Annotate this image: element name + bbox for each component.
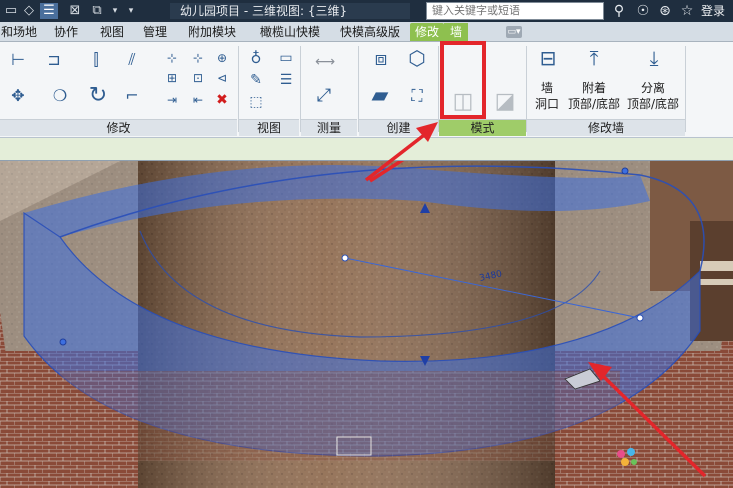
detach-top-base-button[interactable]: ⤓ 分离 顶部/底部: [624, 46, 682, 118]
view-panel-footer: 视图: [239, 119, 299, 136]
delete-icon[interactable]: ✖: [212, 90, 232, 110]
offset-icon[interactable]: ⊐: [44, 50, 64, 70]
wall-opening-icon: ⊟: [539, 46, 557, 70]
pin-icon[interactable]: ⊕: [212, 48, 232, 68]
split-element-icon[interactable]: ⊹: [162, 48, 182, 68]
tab-add-ins[interactable]: 附加模块: [181, 23, 243, 41]
detach-label-1: 分离: [640, 81, 665, 95]
trim-multiple-icon[interactable]: ⇤: [188, 90, 208, 110]
title-bar: ▭ ◇ ☰ ⊠ ⧉ ▾ ▾ 幼儿园项目 - 三维视图: {三维} ⚲ ☉ ⊛ ☆…: [0, 0, 733, 22]
measure-between-references-icon[interactable]: ⟷: [308, 52, 342, 72]
create-assembly-icon[interactable]: ⛶: [402, 86, 432, 112]
ribbon-tab-strip: 和场地 协作 视图 管理 附加模块 橄榄山快模 快模高级版 修改 墙 ▭▾: [0, 22, 733, 42]
communication-center-icon[interactable]: ⊛: [656, 2, 674, 20]
mirror-draw-axis-icon[interactable]: ⫽: [122, 50, 142, 70]
tab-view[interactable]: 视图: [94, 23, 130, 41]
tab-collaborate[interactable]: 协作: [46, 23, 86, 41]
tab-wall[interactable]: 墙: [444, 23, 468, 41]
mode-panel-footer: 模式: [439, 119, 526, 136]
scale-icon[interactable]: ⊡: [188, 68, 208, 88]
trim-extend-corner-icon[interactable]: ⌐: [122, 86, 142, 106]
hide-element-icon[interactable]: ♁: [246, 48, 266, 68]
trim-single-icon[interactable]: ⇥: [162, 90, 182, 110]
annotation-arrow-icon: [364, 122, 438, 182]
move-icon[interactable]: ✥: [8, 86, 28, 106]
copy-icon[interactable]: ❍: [50, 86, 70, 106]
array-icon[interactable]: ⊞: [162, 68, 182, 88]
detach-label-2: 顶部/底部: [626, 97, 680, 111]
reset-profile-icon: ◪: [494, 89, 516, 114]
3d-model-view: 3480: [0, 161, 733, 488]
login-button[interactable]: 登录: [701, 3, 725, 19]
attach-label-1: 附着: [581, 81, 606, 95]
3d-viewport[interactable]: 3480: [0, 161, 733, 488]
detach-top-base-icon: ⤓: [649, 46, 659, 70]
ribbon-minimize-icon[interactable]: ▭▾: [506, 26, 522, 38]
edit-profile-highlight-box: [440, 41, 486, 119]
create-similar-icon[interactable]: ▰: [364, 85, 396, 112]
tab-modify[interactable]: 修改: [410, 23, 444, 41]
watermark-logo-icon: [617, 448, 637, 466]
aligned-dimension-icon[interactable]: ⤢: [314, 86, 334, 106]
search-input[interactable]: [426, 2, 604, 20]
line-pattern-icon[interactable]: ☰: [276, 70, 296, 90]
save-icon[interactable]: ◇: [20, 3, 38, 19]
panel-divider: [685, 46, 686, 132]
split-gap-icon[interactable]: ⊹: [188, 48, 208, 68]
attach-top-base-button[interactable]: ⤒ 附着 顶部/底部: [566, 46, 622, 118]
unpin-icon[interactable]: ⊲: [212, 68, 232, 88]
measure-panel-footer: 测量: [301, 119, 357, 136]
attach-top-base-icon: ⤒: [589, 46, 599, 70]
create-group-icon[interactable]: ⬡: [402, 48, 432, 74]
wall-opening-label-1: 墙: [540, 81, 553, 95]
paint-icon[interactable]: ▭: [276, 48, 296, 68]
override-graphics-icon[interactable]: ✎: [246, 70, 266, 90]
linework-icon[interactable]: ⬚: [246, 92, 266, 112]
modify-wall-panel-footer: 修改墙: [527, 119, 685, 136]
close-hidden-icon[interactable]: ⊠: [66, 3, 84, 19]
mirror-pick-axis-icon[interactable]: ⫿: [86, 50, 106, 70]
wall-opening-button[interactable]: ⊟ 墙 洞口: [530, 46, 564, 118]
open-icon[interactable]: ▭: [2, 3, 20, 19]
switch-windows-icon[interactable]: ⧉: [88, 3, 106, 19]
tab-ganlanshan-quickmodel[interactable]: 橄榄山快模: [250, 23, 330, 41]
rotate-icon[interactable]: ↻: [88, 85, 108, 107]
align-icon[interactable]: ⊢: [8, 50, 28, 70]
thin-lines-icon[interactable]: ☰: [40, 3, 58, 19]
subscription-icon[interactable]: ☉: [634, 2, 652, 20]
modify-panel-footer: 修改: [0, 119, 237, 136]
wall-opening-label-2: 洞口: [534, 97, 559, 111]
binoculars-icon[interactable]: ⚲: [610, 2, 628, 20]
create-part-icon[interactable]: ⧈: [366, 48, 396, 74]
customize-toolbar-icon[interactable]: ▾: [122, 3, 140, 19]
tab-manage[interactable]: 管理: [137, 23, 173, 41]
document-title: 幼儿园项目 - 三维视图: {三维}: [170, 3, 410, 19]
tab-quickmodel-advanced[interactable]: 快模高级版: [334, 23, 406, 41]
attach-label-2: 顶部/底部: [567, 97, 621, 111]
tab-massing-site[interactable]: 和场地: [0, 23, 38, 41]
